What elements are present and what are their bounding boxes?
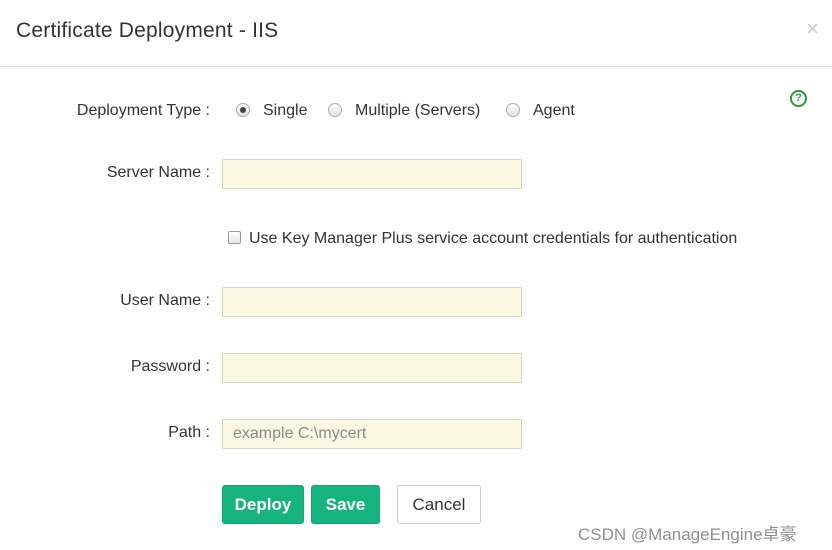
radio-single-button[interactable] [236, 103, 250, 117]
user-name-label: User Name : [120, 292, 210, 309]
service-account-checkbox-label: Use Key Manager Plus service account cre… [249, 230, 738, 247]
dialog-title: Certificate Deployment - IIS [16, 19, 279, 42]
deploy-button[interactable]: Deploy [222, 485, 304, 524]
close-icon[interactable]: × [806, 18, 819, 40]
help-icon[interactable]: ? [790, 90, 807, 107]
dialog-header: Certificate Deployment - IIS × [0, 0, 832, 67]
server-name-label: Server Name : [106, 164, 210, 181]
radio-multiple-label: Multiple (Servers) [355, 102, 481, 119]
radio-agent-label: Agent [533, 102, 575, 119]
watermark: CSDN @ManageEngine卓豪 [578, 525, 797, 544]
password-input[interactable] [222, 353, 522, 383]
save-button[interactable]: Save [311, 485, 380, 524]
server-name-input[interactable] [222, 159, 522, 189]
path-label: Path : [168, 424, 210, 441]
radio-multiple-button[interactable] [328, 103, 342, 117]
path-input[interactable] [222, 419, 522, 449]
deployment-type-label: Deployment Type : [76, 102, 210, 119]
radio-agent-button[interactable] [506, 103, 520, 117]
password-label: Password : [130, 358, 210, 375]
cancel-button[interactable]: Cancel [397, 485, 481, 524]
user-name-input[interactable] [222, 287, 522, 317]
service-account-checkbox[interactable] [228, 231, 241, 244]
radio-single-label: Single [263, 102, 308, 119]
